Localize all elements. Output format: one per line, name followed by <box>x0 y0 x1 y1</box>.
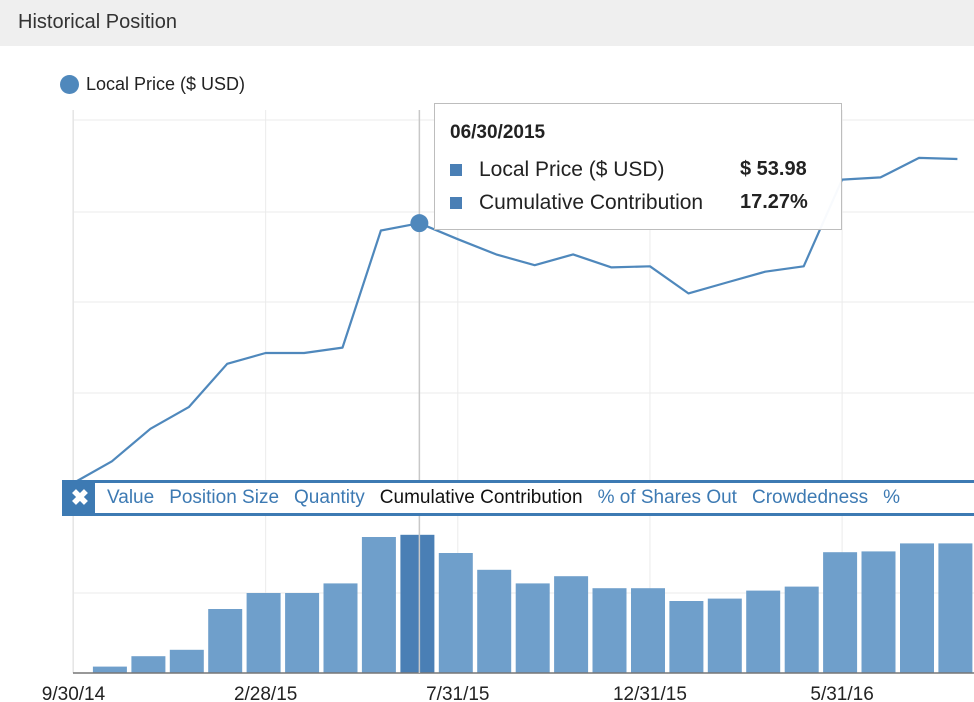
contribution-bar <box>707 598 742 673</box>
metric-tab[interactable]: Crowdedness <box>752 487 868 509</box>
metric-tab[interactable]: % of Shares Out <box>598 487 737 509</box>
metric-selector: ✖ Value Position Size Quantity Cumulative C… <box>62 480 974 516</box>
contribution-bars <box>73 534 974 674</box>
close-icon[interactable]: ✖ <box>65 483 95 513</box>
contribution-bar <box>900 543 934 673</box>
contribution-bar <box>938 543 973 673</box>
contribution-bar <box>285 593 320 673</box>
contribution-bar <box>92 666 127 673</box>
tooltip-value: $ 53.98 <box>740 158 807 180</box>
contribution-bar <box>208 609 243 673</box>
x-tick-label: 7/31/15 <box>426 684 489 702</box>
contribution-bar <box>823 552 858 673</box>
x-tick-label: 12/31/15 <box>613 684 687 702</box>
contribution-bar <box>361 537 396 673</box>
metric-tab[interactable]: Cumulative Contribution <box>380 487 583 509</box>
contribution-bar <box>554 576 589 673</box>
highlight-point <box>410 214 429 233</box>
chart-tooltip: 06/30/2015 Local Price ($ USD) $ 53.98 C… <box>434 103 842 230</box>
tooltip-label: Local Price ($ USD) <box>479 158 665 181</box>
tooltip-row-contribution: Cumulative Contribution <box>450 189 703 217</box>
contribution-bar <box>669 601 704 673</box>
x-axis-ticks: 9/30/14 2/28/15 7/31/15 12/31/15 5/31/16 <box>42 684 874 702</box>
contribution-bar <box>438 553 473 673</box>
tooltip-series-marker <box>450 164 462 176</box>
contribution-bar <box>631 588 665 673</box>
x-tick-label: 2/28/15 <box>234 684 297 702</box>
tooltip-date: 06/30/2015 <box>450 122 546 143</box>
contribution-bar <box>515 583 550 673</box>
legend-label: Local Price ($ USD) <box>86 73 246 94</box>
x-tick-label: 5/31/16 <box>810 684 873 702</box>
contribution-bar <box>246 593 281 673</box>
tooltip-series-marker <box>450 197 462 209</box>
contribution-bar <box>323 583 358 673</box>
legend-marker <box>60 74 79 94</box>
metric-tab[interactable]: Value <box>107 487 154 509</box>
metric-tab[interactable]: Position Size <box>169 487 279 509</box>
metric-tab[interactable]: % <box>883 487 900 509</box>
chart-legend[interactable]: Local Price ($ USD) <box>60 72 245 96</box>
contribution-bar <box>784 586 819 673</box>
contribution-bar <box>477 569 512 673</box>
contribution-bar <box>400 534 435 673</box>
contribution-bar <box>131 656 166 673</box>
tooltip-label: Cumulative Contribution <box>479 191 704 214</box>
metric-tabs: Value Position Size Quantity Cumulative Con… <box>107 487 915 509</box>
metric-tab[interactable]: Quantity <box>294 487 365 509</box>
contribution-bar <box>861 551 896 673</box>
x-tick-label: 9/30/14 <box>42 684 106 702</box>
contribution-bar <box>592 588 627 673</box>
tooltip-row-price: Local Price ($ USD) <box>450 156 665 184</box>
contribution-bar <box>169 649 204 673</box>
contribution-bar <box>746 590 781 673</box>
tooltip-value: 17.27% <box>740 191 808 213</box>
